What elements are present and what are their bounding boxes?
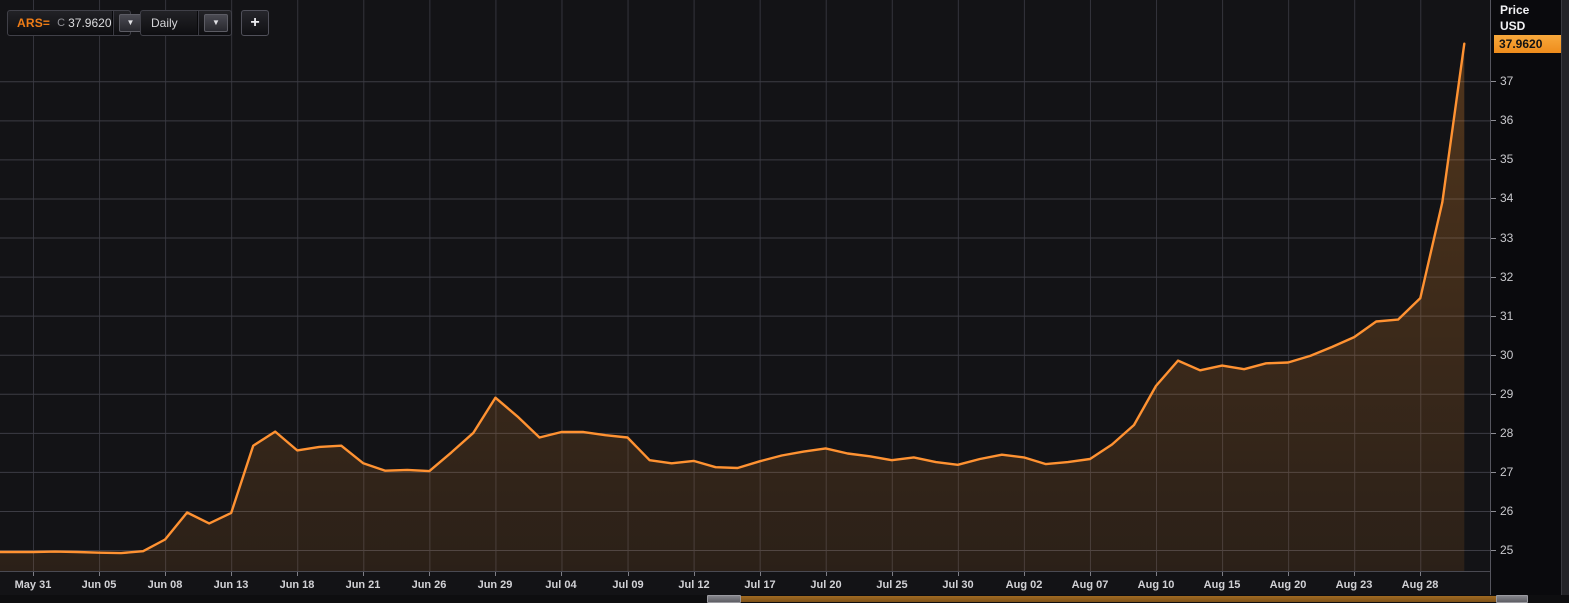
charting-app: ARS= C 37.9620 ▼ Daily ▼ + Price USD 37.… bbox=[0, 0, 1569, 603]
symbol-label: ARS= bbox=[17, 16, 51, 30]
y-tick-mark bbox=[1491, 550, 1496, 551]
y-tick-label: 37 bbox=[1500, 74, 1514, 88]
symbol-quote-control[interactable]: ARS= C 37.9620 ▼ bbox=[7, 10, 143, 36]
time-scrollbar[interactable] bbox=[0, 595, 1569, 603]
y-tick-label: 36 bbox=[1500, 113, 1514, 127]
axis-title-price: Price bbox=[1500, 3, 1530, 17]
x-tick-mark bbox=[1222, 572, 1223, 576]
x-tick-label: Jun 29 bbox=[477, 579, 513, 591]
y-tick-mark bbox=[1491, 316, 1496, 317]
y-tick-mark bbox=[1491, 511, 1496, 512]
quote-price: 37.9620 bbox=[68, 16, 112, 30]
x-tick-mark bbox=[694, 572, 695, 576]
x-tick-mark bbox=[958, 572, 959, 576]
last-price-badge: 37.9620 bbox=[1494, 35, 1565, 53]
x-tick-mark bbox=[561, 572, 562, 576]
x-tick-label: Jun 08 bbox=[147, 579, 183, 591]
y-tick-label: 27 bbox=[1500, 465, 1514, 479]
scrollbar-right-handle[interactable] bbox=[1496, 595, 1528, 603]
interval-label: Daily bbox=[151, 16, 178, 30]
x-tick-label: Jul 20 bbox=[810, 579, 842, 591]
interval-dropdown[interactable]: ▼ bbox=[197, 11, 231, 35]
x-tick-label: Jul 25 bbox=[876, 579, 908, 591]
x-tick-mark bbox=[1420, 572, 1421, 576]
y-tick-mark bbox=[1491, 277, 1496, 278]
y-tick-label: 28 bbox=[1500, 426, 1514, 440]
x-tick-mark bbox=[495, 572, 496, 576]
x-tick-label: Jun 18 bbox=[279, 579, 315, 591]
y-tick-label: 32 bbox=[1500, 270, 1514, 284]
x-tick-label: Jul 30 bbox=[942, 579, 974, 591]
area-fill bbox=[0, 43, 1465, 571]
x-tick-label: Jul 09 bbox=[612, 579, 644, 591]
interval-select-control[interactable]: Daily ▼ bbox=[140, 10, 232, 36]
y-tick-mark bbox=[1491, 472, 1496, 473]
x-tick-label: Aug 10 bbox=[1137, 579, 1175, 591]
y-tick-mark bbox=[1491, 120, 1496, 121]
y-tick-label: 25 bbox=[1500, 543, 1514, 557]
y-tick-label: 34 bbox=[1500, 191, 1514, 205]
y-tick-label: 33 bbox=[1500, 231, 1514, 245]
x-tick-mark bbox=[429, 572, 430, 576]
x-tick-label: Jul 12 bbox=[678, 579, 710, 591]
x-tick-label: Aug 20 bbox=[1269, 579, 1307, 591]
x-tick-mark bbox=[297, 572, 298, 576]
y-tick-label: 31 bbox=[1500, 309, 1514, 323]
price-line-chart[interactable] bbox=[0, 0, 1490, 572]
x-tick-mark bbox=[1288, 572, 1289, 576]
x-tick-mark bbox=[1024, 572, 1025, 576]
x-tick-mark bbox=[628, 572, 629, 576]
plus-icon: + bbox=[250, 14, 260, 31]
x-tick-label: Jul 04 bbox=[545, 579, 577, 591]
add-series-button[interactable]: + bbox=[241, 10, 269, 36]
y-tick-label: 26 bbox=[1500, 504, 1514, 518]
y-tick-label: 35 bbox=[1500, 152, 1514, 166]
x-tick-mark bbox=[1156, 572, 1157, 576]
x-tick-mark bbox=[165, 572, 166, 576]
x-tick-label: Aug 28 bbox=[1401, 579, 1439, 591]
chevron-down-icon[interactable]: ▼ bbox=[204, 14, 228, 32]
x-tick-label: Aug 23 bbox=[1335, 579, 1373, 591]
x-tick-mark bbox=[33, 572, 34, 576]
x-tick-label: Jul 17 bbox=[744, 579, 776, 591]
x-tick-label: Jun 13 bbox=[213, 579, 249, 591]
axis-title-currency: USD bbox=[1500, 19, 1526, 33]
y-tick-mark bbox=[1491, 159, 1496, 160]
x-tick-label: Jun 21 bbox=[345, 579, 381, 591]
vertical-scrollbar[interactable] bbox=[1561, 0, 1569, 595]
x-tick-mark bbox=[99, 572, 100, 576]
y-tick-mark bbox=[1491, 198, 1496, 199]
y-tick-mark bbox=[1491, 81, 1496, 82]
x-tick-label: Aug 02 bbox=[1005, 579, 1043, 591]
y-tick-mark bbox=[1491, 394, 1496, 395]
x-tick-mark bbox=[826, 572, 827, 576]
chevron-down-icon[interactable]: ▼ bbox=[118, 14, 143, 32]
x-tick-label: Jun 26 bbox=[411, 579, 447, 591]
time-axis[interactable]: May 31 Jun 05 Jun 08 Jun 13 Jun 18 Jun 21 Jun … bbox=[0, 572, 1490, 595]
y-tick-mark bbox=[1491, 355, 1496, 356]
price-chart-plot[interactable]: ARS= C 37.9620 ▼ Daily ▼ + bbox=[0, 0, 1490, 572]
y-tick-mark bbox=[1491, 238, 1496, 239]
x-tick-label: May 31 bbox=[14, 579, 52, 591]
x-tick-mark bbox=[1354, 572, 1355, 576]
x-tick-label: Aug 15 bbox=[1203, 579, 1241, 591]
x-tick-label: Aug 07 bbox=[1071, 579, 1109, 591]
x-tick-label: Jun 05 bbox=[81, 579, 117, 591]
x-tick-mark bbox=[231, 572, 232, 576]
quote-flag: C bbox=[57, 17, 66, 29]
y-tick-mark bbox=[1491, 433, 1496, 434]
x-tick-mark bbox=[363, 572, 364, 576]
scrollbar-range-bar[interactable] bbox=[741, 596, 1496, 602]
y-tick-label: 30 bbox=[1500, 348, 1514, 362]
scrollbar-left-handle[interactable] bbox=[707, 595, 741, 603]
y-tick-label: 29 bbox=[1500, 387, 1514, 401]
x-tick-mark bbox=[1090, 572, 1091, 576]
price-axis-panel[interactable]: Price USD 37.9620 25 26 27 28 29 30 31 32 33 34 35… bbox=[1490, 0, 1569, 595]
x-tick-mark bbox=[760, 572, 761, 576]
x-tick-mark bbox=[892, 572, 893, 576]
